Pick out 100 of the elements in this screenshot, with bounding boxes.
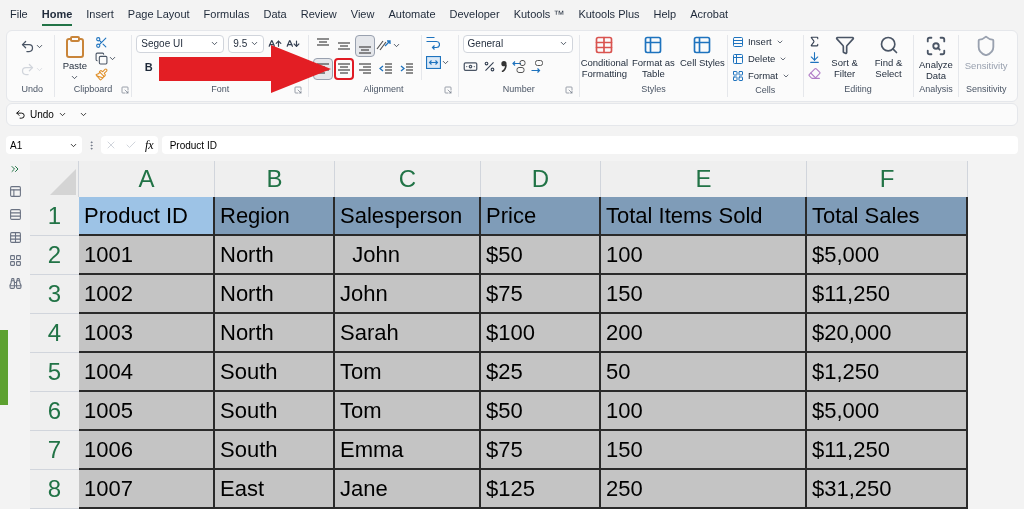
table-cell[interactable]: Emma: [335, 431, 481, 470]
font-size-field[interactable]: 9.5: [228, 34, 265, 53]
menu-tab[interactable]: Developer: [449, 3, 500, 26]
menu-tab[interactable]: Insert: [86, 3, 114, 26]
table-cell[interactable]: 1007: [79, 470, 215, 509]
table-cell[interactable]: 1004: [79, 353, 215, 392]
row-header[interactable]: 4: [30, 314, 79, 353]
table-cell[interactable]: John: [335, 236, 481, 275]
table-cell[interactable]: 50: [601, 353, 807, 392]
row-header[interactable]: 1: [30, 197, 79, 236]
table-cell[interactable]: $25: [481, 353, 601, 392]
style-button[interactable]: Format as Table: [628, 34, 678, 79]
cells-button[interactable]: Delete: [731, 51, 799, 67]
row-header[interactable]: 7: [30, 431, 79, 470]
menu-tab[interactable]: Help: [653, 3, 677, 26]
table-cell[interactable]: South: [215, 431, 335, 470]
row-header[interactable]: 5: [30, 353, 79, 392]
table-cell[interactable]: 100: [601, 392, 807, 431]
undo-button[interactable]: Undo: [15, 106, 54, 122]
table-cell[interactable]: $11,250: [807, 275, 968, 314]
table-cell[interactable]: John: [335, 275, 481, 314]
dialog-launcher-icon[interactable]: [121, 85, 130, 94]
formula-field[interactable]: Product ID: [161, 136, 1018, 155]
table-cell[interactable]: 200: [601, 314, 807, 353]
table-cell[interactable]: 250: [601, 470, 807, 509]
editing-button[interactable]: Sort & Filter: [824, 34, 865, 80]
number-format-field[interactable]: General: [462, 34, 573, 53]
list-icon[interactable]: [8, 208, 22, 221]
table-icon[interactable]: [8, 231, 22, 244]
table-cell[interactable]: Tom: [335, 392, 481, 431]
row-header[interactable]: 2: [30, 236, 79, 275]
expand-icon[interactable]: [9, 163, 21, 175]
cut-icon[interactable]: [95, 35, 109, 49]
style-button[interactable]: Cell Styles: [677, 34, 727, 79]
eraser-icon[interactable]: [807, 66, 821, 80]
table-cell[interactable]: 1006: [79, 431, 215, 470]
wrap-text-icon[interactable]: [426, 36, 441, 50]
alignment-button[interactable]: [334, 57, 355, 80]
table-cell[interactable]: 150: [601, 275, 807, 314]
panel-icon[interactable]: [8, 185, 22, 198]
table-cell[interactable]: $11,250: [807, 431, 968, 470]
undo-icon[interactable]: [20, 38, 36, 54]
table-cell[interactable]: South: [215, 353, 335, 392]
table-cell[interactable]: $1,250: [807, 353, 968, 392]
percent-icon[interactable]: [482, 59, 496, 73]
table-cell[interactable]: $50: [481, 392, 601, 431]
increase-decimal-icon[interactable]: [511, 59, 526, 73]
table-cell[interactable]: $50: [481, 236, 601, 275]
alignment-button[interactable]: [355, 34, 376, 57]
table-cell[interactable]: Tom: [335, 353, 481, 392]
row-header[interactable]: 3: [30, 275, 79, 314]
table-cell[interactable]: Salesperson: [335, 197, 481, 236]
table-cell[interactable]: 1001: [79, 236, 215, 275]
cells-button[interactable]: Insert: [731, 34, 799, 50]
table-cell[interactable]: $125: [481, 470, 601, 509]
table-cell[interactable]: Jane: [335, 470, 481, 509]
row-header[interactable]: 6: [30, 392, 79, 431]
function-button[interactable]: fx: [145, 136, 154, 155]
menu-tab[interactable]: Kutools ™: [513, 3, 565, 26]
table-cell[interactable]: Price: [481, 197, 601, 236]
menu-tab[interactable]: View: [350, 3, 375, 26]
paste-button[interactable]: Paste: [62, 34, 88, 82]
table-cell[interactable]: North: [215, 275, 335, 314]
table-cell[interactable]: North: [215, 314, 335, 353]
dialog-launcher-icon[interactable]: [564, 85, 573, 94]
table-cell[interactable]: $5,000: [807, 236, 968, 275]
style-button[interactable]: Conditional Formatting: [579, 34, 629, 79]
table-cell[interactable]: $75: [481, 431, 601, 470]
dialog-launcher-icon[interactable]: [443, 85, 452, 94]
table-cell[interactable]: Product ID: [79, 197, 215, 236]
table-cell[interactable]: $100: [481, 314, 601, 353]
table-cell[interactable]: East: [215, 470, 335, 509]
table-cell[interactable]: $5,000: [807, 392, 968, 431]
menu-tab[interactable]: Acrobat: [690, 3, 729, 26]
table-cell[interactable]: $75: [481, 275, 601, 314]
comma-style-icon[interactable]: [500, 60, 507, 72]
bold-button[interactable]: B: [144, 58, 154, 76]
orientation-icon[interactable]: [376, 40, 392, 52]
menu-tab[interactable]: Data: [263, 3, 287, 26]
dialog-launcher-icon[interactable]: [294, 85, 303, 94]
table-cell[interactable]: 100: [601, 236, 807, 275]
table-cell[interactable]: Sarah: [335, 314, 481, 353]
table-cell[interactable]: 1003: [79, 314, 215, 353]
table-cell[interactable]: Region: [215, 197, 335, 236]
fill-icon[interactable]: [807, 50, 821, 64]
merge-cells-icon[interactable]: [426, 55, 442, 69]
table-cell[interactable]: 150: [601, 431, 807, 470]
editing-button[interactable]: Find & Select: [868, 34, 909, 80]
table-cell[interactable]: South: [215, 392, 335, 431]
menu-tab[interactable]: File: [10, 3, 28, 26]
row-header[interactable]: 8: [30, 470, 79, 509]
table-cell[interactable]: $20,000: [807, 314, 968, 353]
grid-icon[interactable]: [8, 254, 22, 267]
menu-tab[interactable]: Page Layout: [127, 3, 190, 26]
analyze-data-button[interactable]: Analyze Data: [913, 34, 959, 81]
menu-tab[interactable]: Review: [300, 3, 337, 26]
menu-tab[interactable]: Home: [41, 3, 73, 26]
binoculars-icon[interactable]: [8, 277, 22, 290]
menu-tab[interactable]: Formulas: [203, 3, 250, 26]
table-cell[interactable]: Total Sales: [807, 197, 968, 236]
